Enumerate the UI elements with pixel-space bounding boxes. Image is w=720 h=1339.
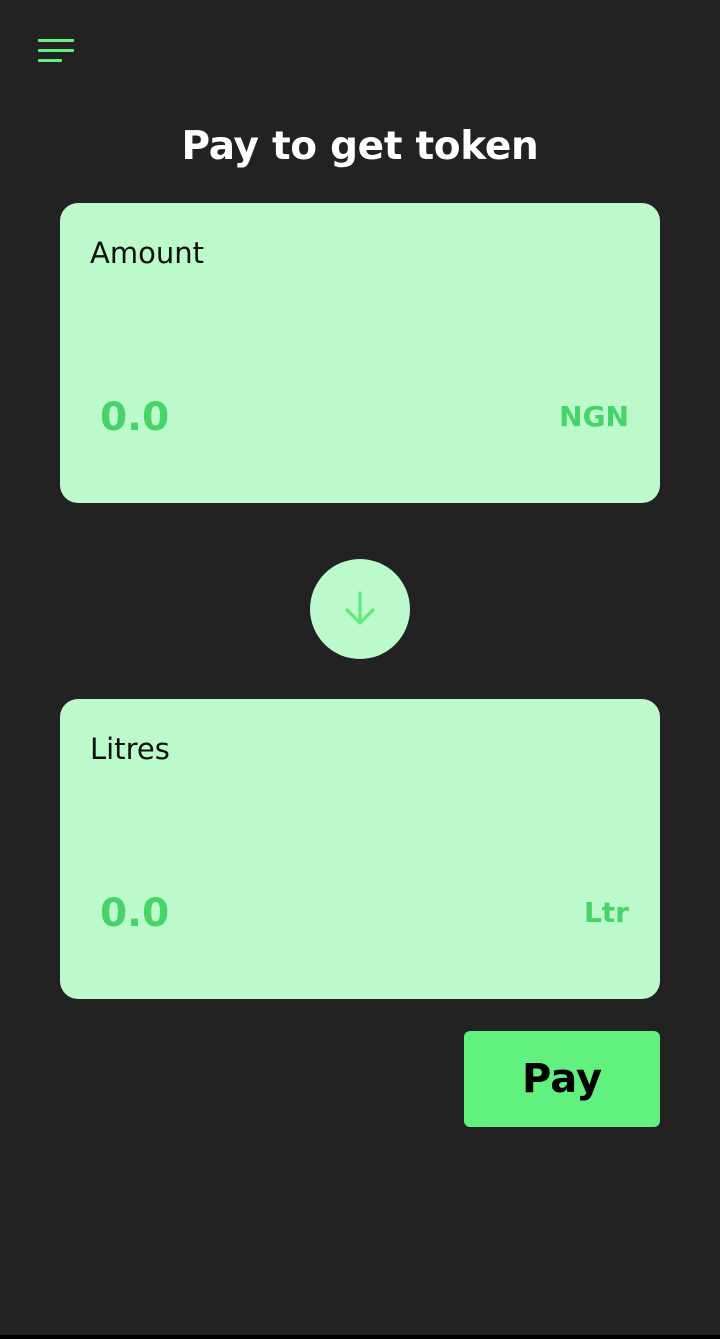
arrow-down-icon [345, 591, 375, 625]
amount-input[interactable] [100, 392, 480, 444]
litres-input[interactable] [100, 888, 480, 940]
litres-unit-label: Ltr [583, 896, 629, 929]
swap-button[interactable] [310, 559, 410, 659]
litres-card: Litres Ltr [60, 699, 660, 999]
pay-button[interactable]: Pay [464, 1031, 660, 1127]
menu-icon-line [38, 39, 74, 42]
page-title: Pay to get token [181, 124, 539, 169]
amount-currency-label: NGN [559, 400, 629, 433]
litres-label: Litres [90, 732, 170, 766]
menu-icon-line [38, 59, 62, 62]
amount-card: Amount NGN [60, 203, 660, 503]
amount-label: Amount [90, 236, 204, 270]
menu-icon-line [38, 49, 74, 52]
bottom-edge [0, 1335, 720, 1339]
menu-icon[interactable] [38, 38, 74, 64]
